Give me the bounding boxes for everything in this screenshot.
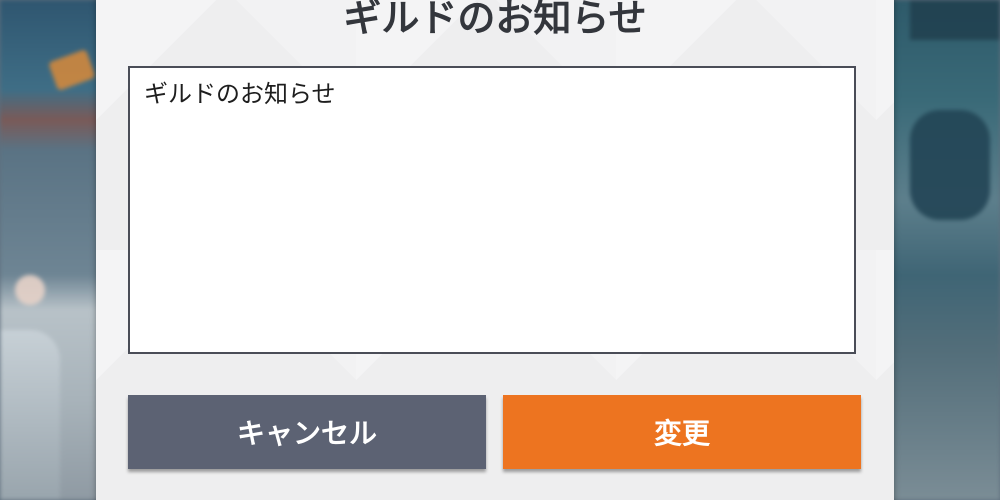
cancel-button[interactable]: キャンセル xyxy=(128,395,486,469)
change-button-label: 変更 xyxy=(653,417,710,450)
dialog-title: ギルドのお知らせ xyxy=(343,0,647,40)
guild-notice-input[interactable] xyxy=(128,66,856,354)
background-scenery-left xyxy=(0,0,100,500)
game-screen: ギルドのお知らせ キャンセル 変更 xyxy=(0,0,1000,500)
cancel-button-label: キャンセル xyxy=(236,417,377,450)
change-button[interactable]: 変更 xyxy=(503,395,861,469)
background-scenery-right xyxy=(890,0,1000,500)
guild-notice-dialog: ギルドのお知らせ キャンセル 変更 xyxy=(96,0,894,500)
